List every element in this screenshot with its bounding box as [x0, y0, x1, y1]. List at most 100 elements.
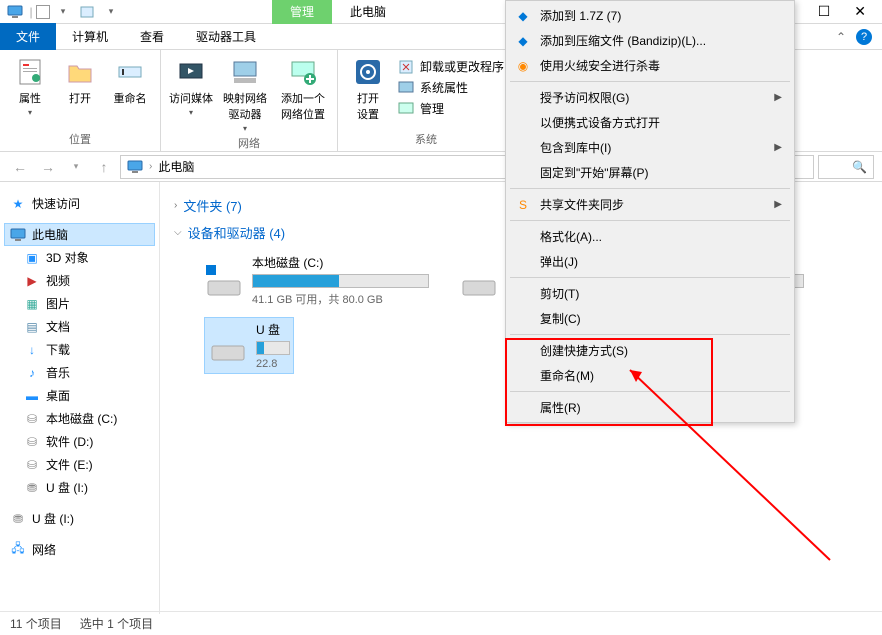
sidebar-item-softd[interactable]: ⛁软件 (D:) [4, 430, 155, 453]
map-drive-button[interactable]: 映射网络 驱动器▾ [217, 56, 273, 133]
drive-capacity: 22.8 [256, 358, 290, 370]
sidebar-item-label: 软件 (D:) [46, 433, 93, 450]
breadcrumb[interactable]: 此电脑 [158, 158, 194, 175]
sysprops-button[interactable]: 系统属性 [398, 79, 504, 96]
sysprops-label: 系统属性 [420, 79, 468, 96]
sidebar-item-label: 图片 [46, 295, 70, 312]
properties-button[interactable]: 属性▾ [6, 56, 54, 117]
sidebar-item-localc[interactable]: ⛁ 本地磁盘 (C:) [4, 407, 155, 430]
usb-disk-icon [208, 326, 248, 366]
menu-label: 剪切(T) [540, 285, 579, 302]
sidebar-item-3d[interactable]: ▣3D 对象 [4, 246, 155, 269]
ribbon-collapse-icon[interactable]: ⌃ [836, 30, 846, 44]
sidebar-item-documents[interactable]: ▤文档 [4, 315, 155, 338]
menu-cut[interactable]: 剪切(T) [508, 281, 792, 306]
gear-icon [352, 56, 384, 88]
access-media-button[interactable]: 访问媒体▾ [167, 56, 215, 117]
rename-button[interactable]: 重命名 [106, 56, 154, 106]
search-input[interactable]: 🔍 [818, 155, 874, 179]
menu-shortcut[interactable]: 创建快捷方式(S) [508, 338, 792, 363]
qat-item[interactable] [76, 2, 98, 22]
add-netloc-button[interactable]: 添加一个 网络位置 [275, 56, 331, 122]
menu-label: 格式化(A)... [540, 228, 602, 245]
qat-checkbox[interactable] [36, 5, 50, 19]
qat-icon[interactable] [4, 2, 26, 22]
sidebar-item-label: 视频 [46, 272, 70, 289]
sidebar-item-ui2[interactable]: ⛃U 盘 (I:) [4, 507, 155, 530]
open-button[interactable]: 打开 [56, 56, 104, 106]
menu-rename[interactable]: 重命名(M) [508, 363, 792, 388]
menu-bandizip[interactable]: ◆添加到压缩文件 (Bandizip)(L)... [508, 28, 792, 53]
menu-properties[interactable]: 属性(R) [508, 395, 792, 420]
menu-huorong[interactable]: ◉使用火绒安全进行杀毒 [508, 53, 792, 78]
menu-sharesync[interactable]: S共享文件夹同步▶ [508, 192, 792, 217]
sidebar-item-label: U 盘 (I:) [32, 510, 74, 527]
sidebar-item-filee[interactable]: ⛁文件 (E:) [4, 453, 155, 476]
sidebar-item-downloads[interactable]: ↓下载 [4, 338, 155, 361]
submenu-icon: ▶ [774, 92, 782, 103]
drive-i[interactable]: U 盘 22.8 [204, 317, 294, 374]
sidebar-item-label: 此电脑 [32, 226, 68, 243]
sidebar-item-label: 音乐 [46, 364, 70, 381]
sync-icon: S [514, 196, 532, 214]
sysprops-icon [398, 80, 414, 96]
window-close-icon[interactable]: ✕ [854, 3, 866, 20]
menu-addto17z[interactable]: ◆ 添加到 1.7Z (7) [508, 3, 792, 28]
sidebar-item-label: 3D 对象 [46, 249, 89, 266]
menu-grantaccess[interactable]: 授予访问权限(G)▶ [508, 85, 792, 110]
menu-portable[interactable]: 以便携式设备方式打开 [508, 110, 792, 135]
ribbon-tab-drivetools[interactable]: 驱动器工具 [180, 23, 272, 50]
network-icon: 🖧 [10, 542, 26, 558]
uninstall-label: 卸载或更改程序 [420, 58, 504, 75]
ribbon-tab-file[interactable]: 文件 [0, 23, 56, 50]
status-bar: 11 个项目 选中 1 个项目 [0, 611, 882, 635]
qat-overflow-icon[interactable]: ▾ [52, 2, 74, 22]
menu-label: 添加到 1.7Z (7) [540, 7, 621, 24]
sidebar-item-label: 本地磁盘 (C:) [46, 410, 117, 427]
menu-label: 属性(R) [540, 399, 581, 416]
submenu-icon: ▶ [774, 142, 782, 153]
window-maximize-icon[interactable]: ☐ [818, 3, 831, 20]
menu-label: 包含到库中(I) [540, 139, 611, 156]
nav-up-icon[interactable]: ↑ [92, 155, 116, 179]
drive-c[interactable]: 本地磁盘 (C:) 41.1 GB 可用，共 80.0 GB [204, 254, 429, 307]
sidebar-item-ui[interactable]: ⛃ U 盘 (I:) [4, 476, 155, 499]
nav-forward-icon[interactable]: → [36, 155, 60, 179]
sidebar-item-pictures[interactable]: ▦图片 [4, 292, 155, 315]
sidebar-item-thispc[interactable]: 此电脑 [4, 223, 155, 246]
menu-pinstart[interactable]: 固定到"开始"屏幕(P) [508, 160, 792, 185]
ribbon-tab-view[interactable]: 查看 [124, 23, 180, 50]
sidebar-item-music[interactable]: ♪音乐 [4, 361, 155, 384]
nav-recent-icon[interactable]: ▾ [64, 155, 88, 179]
drive-icon: ⛁ [24, 411, 40, 427]
ribbon-group-location: 属性▾ 打开 重命名 位置 [0, 50, 161, 151]
download-icon: ↓ [24, 342, 40, 358]
video-icon: ▶ [24, 273, 40, 289]
sidebar-item-quick[interactable]: ★快速访问 [4, 192, 155, 215]
nav-back-icon[interactable]: ← [8, 155, 32, 179]
qat-overflow2-icon[interactable]: ▾ [100, 2, 122, 22]
archive-icon: ◆ [514, 7, 532, 25]
sidebar-item-videos[interactable]: ▶ 视频 [4, 269, 155, 292]
menu-label: 复制(C) [540, 310, 581, 327]
menu-format[interactable]: 格式化(A)... [508, 224, 792, 249]
ribbon-tab-computer[interactable]: 计算机 [56, 23, 124, 50]
uninstall-icon [398, 59, 414, 75]
manage-button[interactable]: 管理 [398, 100, 504, 117]
map-drive-label: 映射网络 驱动器 [223, 90, 267, 122]
sidebar-item-desktop[interactable]: ▬桌面 [4, 384, 155, 407]
capacity-bar [256, 341, 290, 355]
thispc-icon [127, 160, 143, 174]
sidebar-item-label: U 盘 (I:) [46, 479, 88, 496]
manage-icon [398, 101, 414, 117]
uninstall-button[interactable]: 卸载或更改程序 [398, 58, 504, 75]
menu-eject[interactable]: 弹出(J) [508, 249, 792, 274]
title-tab-manage[interactable]: 管理 [272, 0, 332, 24]
sidebar-item-label: 桌面 [46, 387, 70, 404]
menu-copy[interactable]: 复制(C) [508, 306, 792, 331]
help-icon[interactable]: ? [856, 29, 872, 45]
open-settings-button[interactable]: 打开 设置 [344, 56, 392, 122]
menu-library[interactable]: 包含到库中(I) ▶ [508, 135, 792, 160]
sidebar-item-network[interactable]: 🖧网络 [4, 538, 155, 561]
usb-icon: ⛃ [24, 480, 40, 496]
